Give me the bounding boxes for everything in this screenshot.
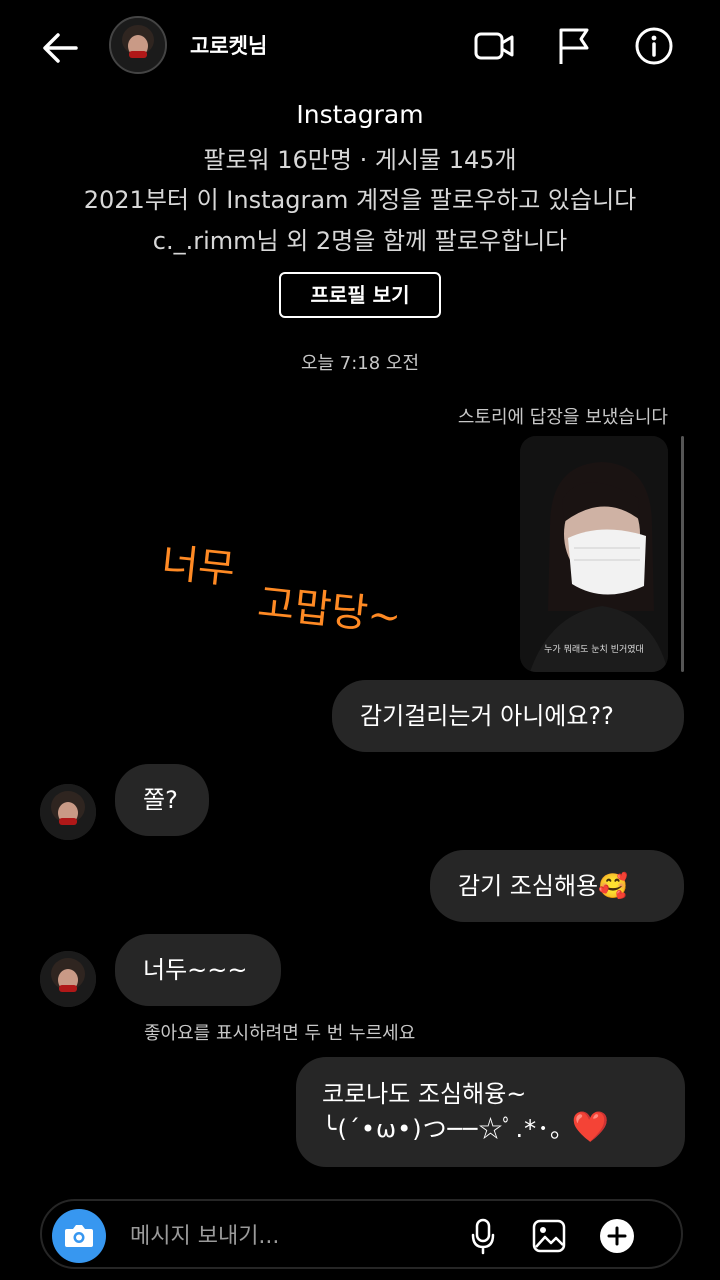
mutual-followers-text: c._.rimm님 외 2명을 함께 팔로우합니다 — [152, 227, 568, 255]
back-arrow-icon[interactable] — [38, 26, 82, 70]
avatar[interactable] — [109, 16, 167, 74]
message-bubble-received[interactable]: 쫄? — [115, 764, 209, 836]
info-icon[interactable] — [632, 24, 676, 68]
profile-stats: 팔로워 16만명 · 게시물 145개 — [203, 146, 517, 174]
message-bubble-sent[interactable]: 감기 조심해용🥰 — [430, 850, 684, 922]
heart-emoji: ❤️ — [571, 1110, 611, 1145]
profile-name: Instagram — [296, 100, 424, 129]
story-reply-label: 스토리에 답장을 보냈습니다 — [457, 407, 668, 428]
like-hint-text: 좋아요를 표시하려면 두 번 누르세요 — [144, 1023, 416, 1044]
video-call-icon[interactable] — [472, 24, 516, 68]
message-input[interactable] — [128, 1217, 452, 1255]
mic-icon[interactable] — [464, 1217, 502, 1255]
story-caption: 누가 뭐래도 눈치 빈거였대 — [544, 645, 644, 655]
camera-icon — [65, 1225, 93, 1247]
gallery-icon[interactable] — [530, 1217, 568, 1255]
view-profile-button[interactable]: 프로필 보기 — [279, 272, 441, 318]
avatar[interactable] — [40, 784, 96, 840]
story-thumbnail[interactable]: 누가 뭐래도 눈치 빈거였대 — [520, 436, 668, 672]
follow-since-text: 2021부터 이 Instagram 계정을 팔로우하고 있습니다 — [83, 186, 637, 214]
flag-icon[interactable] — [552, 24, 596, 68]
top-bar: 고로켓님 — [0, 0, 720, 92]
camera-button[interactable] — [52, 1209, 106, 1263]
message-bubble-received[interactable]: 너두~~~ — [115, 934, 281, 1006]
message-composer — [40, 1199, 683, 1269]
kaomoji-text: ╰(´•ω•)つ──☆ﾟ.*･｡ — [322, 1115, 564, 1143]
avatar[interactable] — [40, 951, 96, 1007]
message-bubble-sent[interactable]: 코로나도 조심해융~ ╰(´•ω•)つ──☆ﾟ.*･｡ ❤️ — [296, 1057, 685, 1167]
handwritten-text-1: 너무 — [159, 539, 238, 594]
username[interactable]: 고로켓님 — [190, 30, 267, 60]
plus-icon[interactable] — [598, 1217, 636, 1255]
message-line-2: ╰(´•ω•)つ──☆ﾟ.*･｡ ❤️ — [322, 1111, 659, 1146]
story-reply-line — [681, 436, 684, 672]
handwritten-text-2: 고맙당~ — [255, 580, 404, 642]
message-line-1: 코로나도 조심해융~ — [322, 1080, 527, 1108]
chat-timestamp: 오늘 7:18 오전 — [300, 353, 420, 374]
story-image — [520, 436, 668, 672]
message-bubble-sent[interactable]: 감기걸리는거 아니에요?? — [332, 680, 684, 752]
handwritten-overlay: 너무 고맙당~ — [155, 530, 434, 658]
